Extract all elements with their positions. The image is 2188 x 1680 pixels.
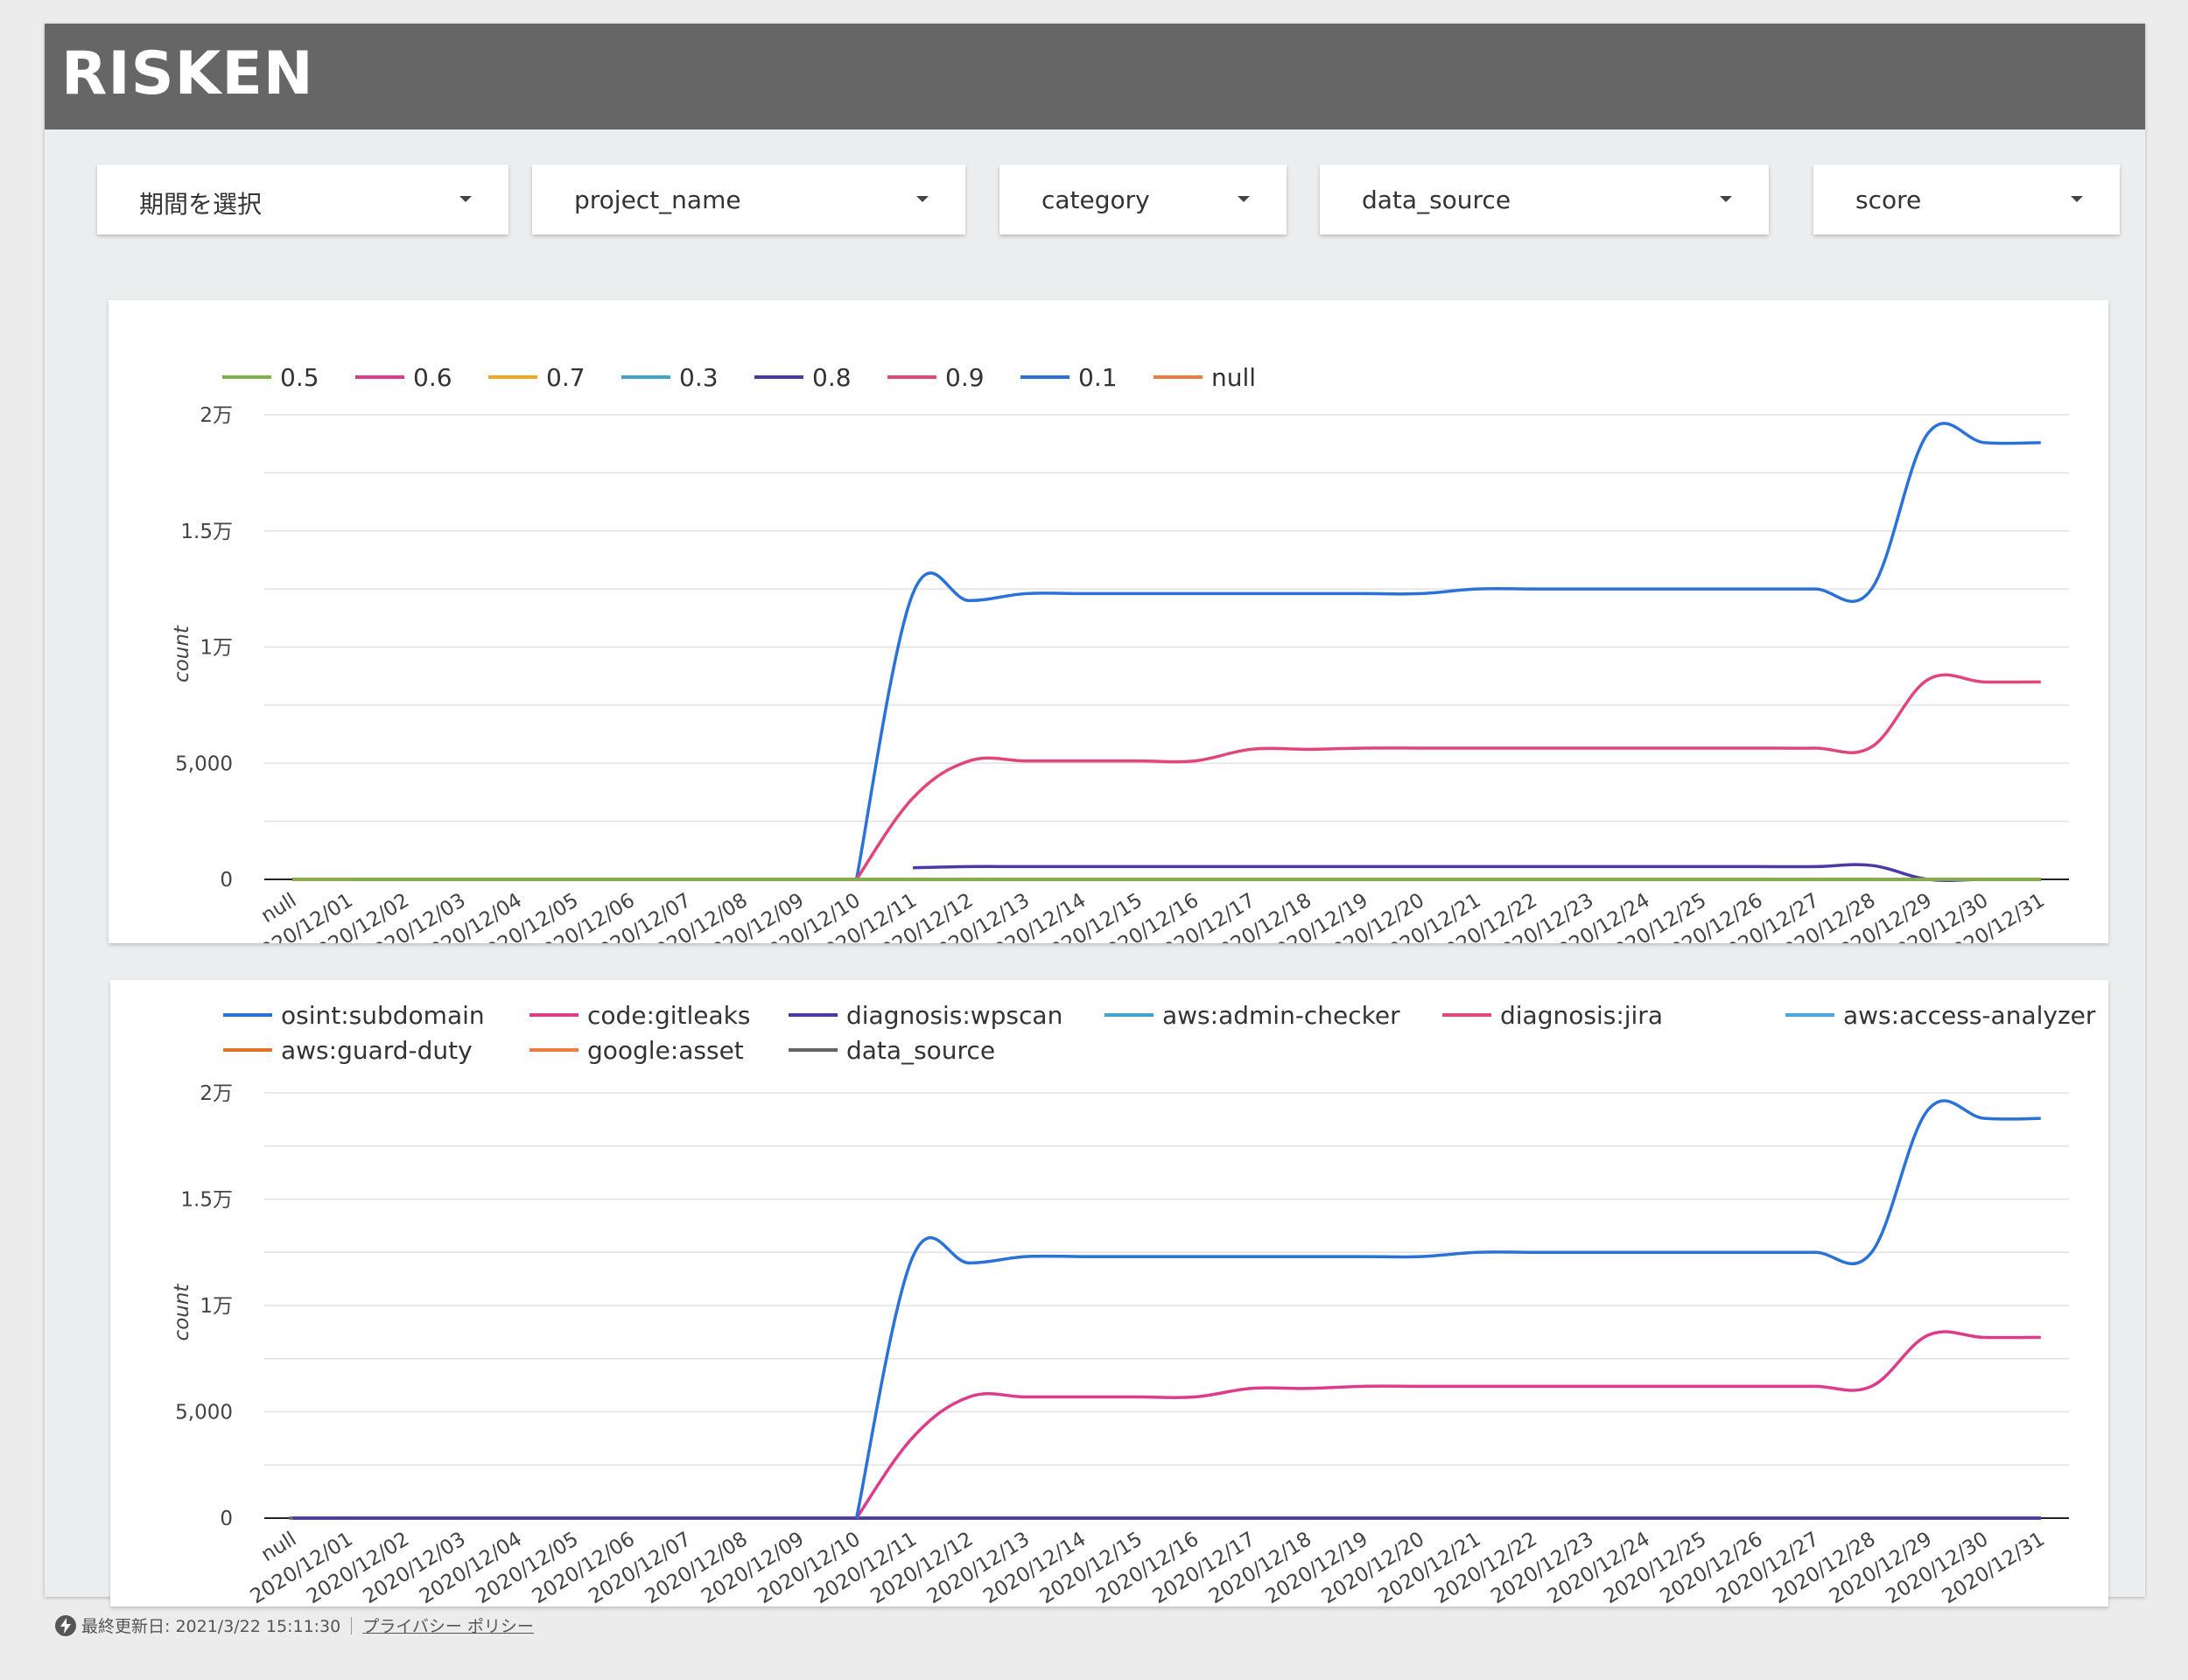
legend-item[interactable]: data_source: [789, 1036, 995, 1065]
chevron-down-icon: [1238, 196, 1250, 202]
legend-label: osint:subdomain: [281, 1001, 485, 1030]
legend-label: 0.6: [413, 363, 452, 392]
legend-label: 0.3: [679, 363, 719, 392]
last-updated-text: 最終更新日: 2021/3/22 15:11:30: [81, 1617, 341, 1636]
report-header: RISKEN: [45, 24, 2145, 130]
legend-item[interactable]: 0.3: [621, 363, 719, 392]
chart-legend: 0.5 0.6 0.7 0.3 0.8 0.9 0.1 null: [222, 363, 1256, 392]
y-tick-label: 1万: [200, 1295, 233, 1318]
y-tick-label: 0: [220, 1508, 233, 1530]
legend-label: aws:guard-duty: [281, 1036, 473, 1065]
legend-label: aws:access-analyzer: [1843, 1001, 2096, 1030]
legend-item[interactable]: null: [1154, 363, 1256, 392]
report-page: RISKEN 期間を選択 project_name category data_…: [45, 24, 2145, 1606]
project-name-filter-label: project_name: [574, 186, 741, 214]
legend-item[interactable]: code:gitleaks: [529, 1001, 750, 1030]
legend-item[interactable]: google:asset: [529, 1036, 744, 1065]
legend-label: diagnosis:jira: [1500, 1001, 1663, 1030]
lightning-bolt-icon: [55, 1614, 76, 1636]
legend-label: 0.1: [1078, 363, 1118, 392]
y-tick-label: 5,000: [175, 1402, 233, 1424]
y-tick-label: 1.5万: [180, 521, 233, 543]
data-source-trend-chart-svg: 05,0001万1.5万2万countnull2020/12/012020/12…: [171, 1001, 2096, 1606]
y-tick-label: 2万: [200, 404, 233, 427]
chevron-down-icon: [916, 196, 929, 202]
y-tick-label: 5,000: [175, 752, 233, 775]
score-filter[interactable]: score: [1813, 164, 2120, 234]
chevron-down-icon: [1720, 196, 1732, 202]
y-tick-label: 1万: [200, 637, 233, 660]
legend-item[interactable]: 0.9: [887, 363, 985, 392]
legend-item[interactable]: 0.1: [1020, 363, 1118, 392]
data-source-filter-label: data_source: [1362, 186, 1511, 214]
y-axis-title: count: [171, 1284, 193, 1341]
legend-label: 0.9: [945, 363, 985, 392]
report-footer: 最終更新日: 2021/3/22 15:11:30 プライバシー ポリシー: [55, 1614, 534, 1637]
y-tick-label: 2万: [200, 1082, 233, 1105]
series-line: [854, 1099, 2041, 1519]
legend-label: 0.5: [280, 363, 319, 392]
legend-item[interactable]: osint:subdomain: [223, 1001, 485, 1030]
category-filter-label: category: [1041, 186, 1150, 214]
data-source-filter[interactable]: data_source: [1320, 164, 1769, 234]
score-trend-chart: 0 5,000 1万 1.5万 2万 count null 2020/12/01 2020/12…: [109, 300, 2108, 943]
legend-item[interactable]: aws:admin-checker: [1105, 1001, 1400, 1030]
legend-item[interactable]: 0.6: [355, 363, 452, 392]
series-line: [855, 1330, 2041, 1520]
legend-item[interactable]: aws:access-analyzer: [1785, 1001, 2096, 1030]
chart-gridlines: [264, 1092, 2069, 1466]
category-filter[interactable]: category: [999, 164, 1287, 234]
date-range-filter-label: 期間を選択: [139, 190, 263, 219]
project-name-filter[interactable]: project_name: [532, 164, 965, 234]
legend-item[interactable]: diagnosis:wpscan: [789, 1001, 1062, 1030]
y-tick-label: 0: [220, 869, 233, 892]
legend-label: 0.7: [546, 363, 586, 392]
chevron-down-icon: [2071, 196, 2083, 202]
legend-label: google:asset: [587, 1036, 744, 1065]
score-trend-chart-svg: 05,0001万1.5万2万countnull2020/12/012020/12…: [171, 363, 2069, 943]
data-source-trend-chart: 0 5,000 1万 1.5万 2万 count null 2020/12/01 2020/12…: [110, 980, 2108, 1606]
score-filter-label: score: [1855, 186, 1922, 214]
legend-item[interactable]: 0.8: [754, 363, 852, 392]
legend-label: aws:admin-checker: [1162, 1001, 1400, 1030]
series-lines: [292, 422, 2041, 883]
legend-item[interactable]: aws:guard-duty: [223, 1036, 473, 1065]
chart-legend: osint:subdomain code:gitleaks diagnosis:wp…: [223, 1001, 2096, 1065]
legend-label: null: [1211, 363, 1256, 392]
legend-label: 0.8: [812, 363, 852, 392]
legend-item[interactable]: 0.7: [488, 363, 586, 392]
app-title: RISKEN: [61, 39, 314, 108]
legend-item[interactable]: 0.5: [222, 363, 319, 392]
footer-divider: [351, 1616, 353, 1634]
legend-item[interactable]: diagnosis:jira: [1442, 1001, 1663, 1030]
series-line: [854, 422, 2041, 880]
series-lines: [289, 1099, 2041, 1520]
y-axis-title: count: [171, 625, 193, 682]
privacy-policy-link[interactable]: プライバシー ポリシー: [362, 1614, 534, 1637]
date-range-filter[interactable]: 期間を選択: [97, 164, 508, 234]
chevron-down-icon: [459, 196, 472, 202]
y-tick-label: 1.5万: [180, 1189, 233, 1212]
legend-label: code:gitleaks: [587, 1001, 750, 1030]
legend-label: diagnosis:wpscan: [846, 1001, 1062, 1030]
legend-label: data_source: [846, 1036, 995, 1065]
